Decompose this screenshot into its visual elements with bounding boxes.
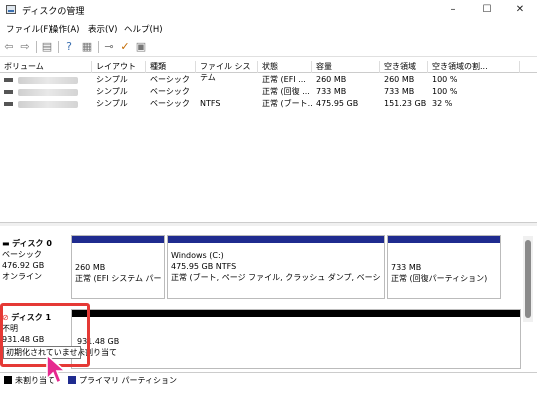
toolbar: ⇦ ⇨ ▤ ? ▦ ⊸ ✓ ▣ [0,37,537,57]
volume-free: 733 MB [384,87,415,96]
volume-status: 正常 (EFI ... [262,75,306,84]
blurred-volume-name [18,77,78,84]
primary-partition-bar [388,236,500,243]
rescan-check-icon[interactable]: ✓ [118,40,132,54]
column-filesystem[interactable]: ファイル システム [196,61,258,82]
unallocated-bar [72,310,520,317]
partition-recovery[interactable]: 733 MB 正常 (回復パーティション) [387,235,501,299]
disk-0-label[interactable]: ▬ ディスク 0 ベーシック 476.92 GB オンライン [2,238,66,282]
menu-file[interactable]: ファイル(F) [6,23,52,35]
volume-type: ベーシック [150,87,190,96]
partition-status: 正常 (ブート, ページ ファイル, クラッシュ ダンプ, ベーシック データ … [171,273,382,282]
volume-layout: シンプル [96,75,128,84]
disk-icon: ▬ [2,239,13,248]
volume-list-header: ボリューム レイアウト 種類 ファイル システム 状態 容量 空き領域 空き領域… [0,60,537,82]
volume-row[interactable]: シンプル ベーシック 正常 (回復 ... 733 MB 733 MB 100 … [0,86,537,98]
partition-efi[interactable]: 260 MB 正常 (EFI システム パーテ [71,235,165,299]
toolbar-separator [36,41,37,53]
volume-status: 正常 (回復 ... [262,87,310,96]
legend-bar: 未割り当て プライマリ パーティション [0,372,537,386]
column-type[interactable]: 種類 [146,61,196,73]
volume-fs: NTFS [200,99,221,108]
menu-action[interactable]: 操作(A) [50,23,79,35]
help-icon[interactable]: ? [62,40,76,54]
window-title: ディスクの管理 [22,7,85,17]
unallocated-status: 未割り当て [77,348,117,357]
mouse-cursor-icon [46,353,68,385]
forward-arrow-icon[interactable]: ⇨ [18,40,32,54]
volume-type: ベーシック [150,99,190,108]
column-volume[interactable]: ボリューム [0,61,92,73]
disk-0-state: オンライン [2,272,42,281]
toolbar-separator [58,41,59,53]
column-free-percent[interactable]: 空き領域の割... [428,61,520,73]
blurred-volume-name [18,101,78,108]
menu-help[interactable]: ヘルプ(H) [124,23,163,35]
volume-capacity: 260 MB [316,75,347,84]
console-tree-icon[interactable]: ▤ [40,40,54,54]
properties-icon[interactable]: ▦ [80,40,94,54]
disk-0-name: ディスク 0 [12,239,52,248]
volume-free-pct: 100 % [432,87,458,96]
volume-free-pct: 32 % [432,99,453,108]
toolbar-separator [98,41,99,53]
pane-splitter[interactable] [0,222,537,226]
disk-0-size: 476.92 GB [2,261,45,270]
primary-partition-bar [168,236,384,243]
settings-list-icon[interactable]: ▣ [134,40,148,54]
volume-capacity: 733 MB [316,87,347,96]
volume-type: ベーシック [150,75,190,84]
disk-0-kind: ベーシック [2,250,42,259]
volume-row[interactable]: シンプル ベーシック 正常 (EFI ... 260 MB 260 MB 100… [0,74,537,86]
disk-pane-scrollbar[interactable] [523,236,533,322]
partition-size: 260 MB [75,263,106,272]
unallocated-size: 931.48 GB [77,337,120,346]
volume-icon [4,102,13,106]
volume-status: 正常 (ブート... [262,99,312,108]
maximize-button[interactable]: ☐ [470,0,504,20]
column-capacity[interactable]: 容量 [312,61,380,73]
title-bar: ディスクの管理 – ☐ ✕ [0,0,537,20]
volume-free: 151.23 GB [384,99,427,108]
partition-windows-c[interactable]: Windows (C:) 475.95 GB NTFS 正常 (ブート, ページ… [167,235,385,299]
disk-management-icon [6,5,16,14]
legend-unallocated-swatch [4,376,12,384]
unallocated-space[interactable]: 931.48 GB 未割り当て [71,309,521,369]
minimize-button[interactable]: – [436,0,470,20]
partition-status: 正常 (EFI システム パーテ [75,274,162,283]
volume-icon [4,90,13,94]
volume-free-pct: 100 % [432,75,458,84]
partition-label: Windows (C:) [171,251,224,260]
partition-size: 733 MB [391,263,422,272]
volume-icon [4,78,13,82]
menu-view[interactable]: 表示(V) [88,23,117,35]
connect-disk-icon[interactable]: ⊸ [102,40,116,54]
column-free-space[interactable]: 空き領域 [380,61,428,73]
column-status[interactable]: 状態 [258,61,312,73]
volume-layout: シンプル [96,99,128,108]
close-button[interactable]: ✕ [503,0,537,20]
legend-primary-label: プライマリ パーティション [79,376,178,385]
partition-status: 正常 (回復パーティション) [391,274,488,283]
volume-capacity: 475.95 GB [316,99,359,108]
menu-bar: ファイル(F) 操作(A) 表示(V) ヘルプ(H) [0,20,537,36]
primary-partition-bar [72,236,164,243]
volume-row[interactable]: シンプル ベーシック NTFS 正常 (ブート... 475.95 GB 151… [0,98,537,110]
column-layout[interactable]: レイアウト [92,61,146,73]
blurred-volume-name [18,89,78,96]
scrollbar-thumb[interactable] [525,240,531,318]
disk-state-tooltip: 初期化されていません [3,346,81,359]
volume-free: 260 MB [384,75,415,84]
legend-primary-swatch [68,376,76,384]
partition-size: 475.95 GB NTFS [171,262,237,271]
volume-layout: シンプル [96,87,128,96]
back-arrow-icon[interactable]: ⇦ [2,40,16,54]
